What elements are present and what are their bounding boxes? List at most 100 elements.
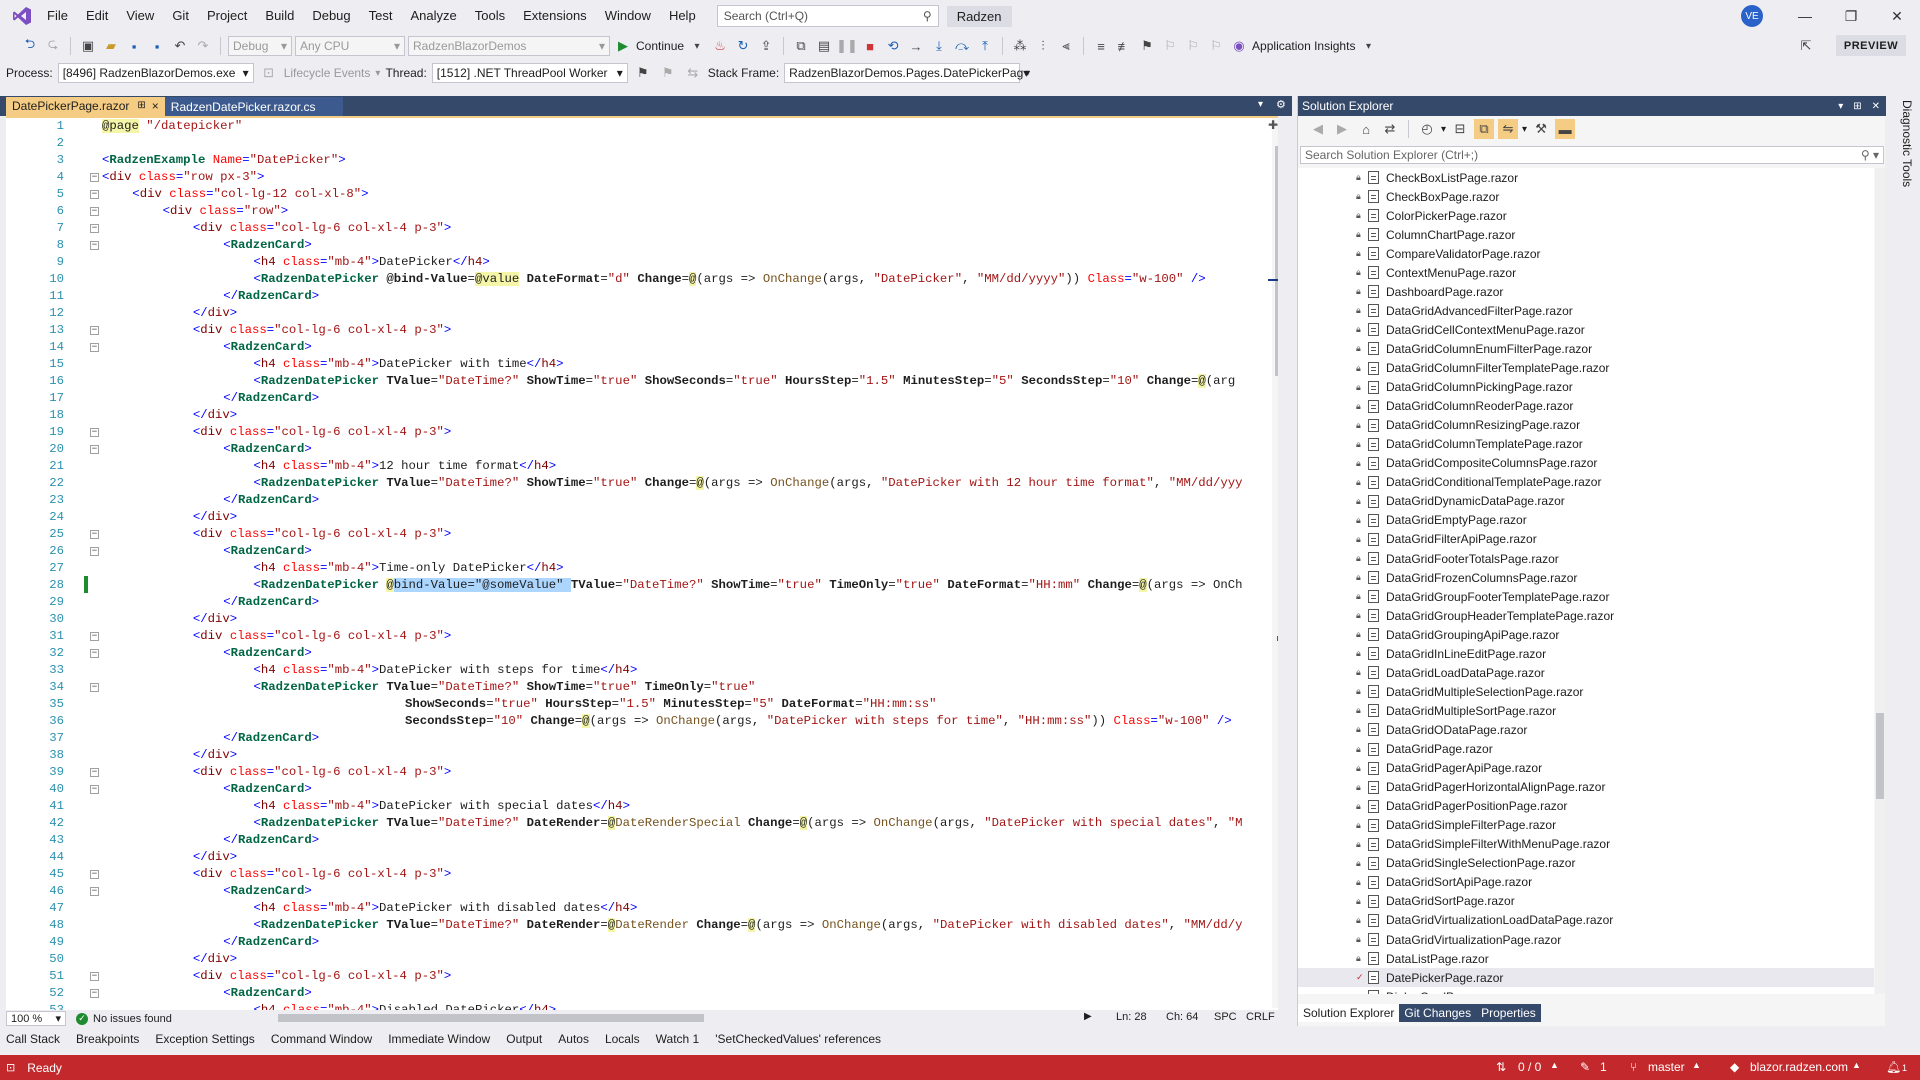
code-line[interactable]: 28 <RadzenDatePicker @bind-Value="@someVa… — [6, 577, 1271, 594]
upload-icon[interactable]: ⇪ — [756, 36, 776, 56]
solution-file-item[interactable]: 🔒︎ DataGridFrozenColumnsPage.razor — [1298, 568, 1874, 587]
lifecycle-events-button[interactable]: Lifecycle Events — [284, 66, 371, 80]
pending-edits-count[interactable]: 1 — [1600, 1060, 1607, 1074]
notifications-bell-icon[interactable]: 🔔︎ — [1886, 1060, 1901, 1074]
branch-name[interactable]: master — [1648, 1060, 1685, 1074]
solution-file-item[interactable]: 🔒︎ ColumnChartPage.razor — [1298, 225, 1874, 244]
code-line[interactable]: 44 </div> — [6, 849, 1271, 866]
column-status[interactable]: Ch: 64 — [1166, 1011, 1198, 1023]
solution-file-item[interactable]: 🔒︎ DataGridGroupFooterTemplatePage.razor — [1298, 587, 1874, 606]
solution-file-item[interactable]: 🔒︎ DataGridPagerPositionPage.razor — [1298, 797, 1874, 816]
solution-file-item[interactable]: 🔒︎ CompareValidatorPage.razor — [1298, 244, 1874, 263]
solution-file-item[interactable]: 🔒︎ DataGridSortApiPage.razor — [1298, 873, 1874, 892]
horizontal-scrollbar-thumb[interactable] — [278, 1014, 704, 1022]
diagnostics-icon[interactable]: ⫷ — [1056, 36, 1076, 56]
solution-file-item[interactable]: 🔒︎ ColorPickerPage.razor — [1298, 206, 1874, 225]
restore-button[interactable]: ❐ — [1828, 0, 1874, 32]
solution-file-item[interactable]: 🔒︎ DataGridColumnEnumFilterPage.razor — [1298, 339, 1874, 358]
tab-solution-explorer[interactable]: Solution Explorer — [1298, 1004, 1400, 1022]
code-line[interactable]: 3 <RadzenExample Name="DatePicker"> — [6, 152, 1271, 169]
clear-bookmarks-icon[interactable]: ⚐ — [1206, 36, 1226, 56]
show-threads-icon[interactable]: ⇆ — [683, 63, 703, 83]
code-line[interactable]: 42 <RadzenDatePicker TValue="DateTime?" D… — [6, 815, 1271, 832]
new-project-icon[interactable]: ▣ — [78, 36, 98, 56]
errors-count[interactable]: 0 / 0 — [1518, 1060, 1541, 1074]
issues-status[interactable]: No issues found — [93, 1013, 172, 1025]
pending-changes-icon[interactable]: ◴ — [1417, 119, 1437, 139]
tool-window-tab[interactable]: Watch 1 — [656, 1032, 700, 1046]
app-insights-icon[interactable]: ◉ — [1229, 36, 1249, 56]
solution-file-item[interactable]: 🔒︎ ContextMenuPage.razor — [1298, 263, 1874, 282]
solution-file-item[interactable]: 🔒︎ DataGridColumnTemplatePage.razor — [1298, 435, 1874, 454]
solution-explorer-search-input[interactable]: Search Solution Explorer (Ctrl+;) ⚲ ▾ — [1300, 146, 1884, 164]
tool-window-tab[interactable]: Autos — [558, 1032, 589, 1046]
menu-analyze[interactable]: Analyze — [401, 0, 465, 32]
indent-status[interactable]: SPC — [1214, 1011, 1237, 1023]
solution-file-item[interactable]: 🔒︎ DataGridODataPage.razor — [1298, 720, 1874, 739]
configuration-select[interactable]: Debug ▾ — [228, 36, 292, 56]
solution-file-item[interactable]: 🔒︎ DataGridDynamicDataPage.razor — [1298, 492, 1874, 511]
code-line[interactable]: 36 SecondsStep="10" Change=@(args => OnCh… — [6, 713, 1271, 730]
solution-file-item[interactable]: 🔒︎ DataGridInLineEditPage.razor — [1298, 644, 1874, 663]
fold-toggle-icon[interactable]: − — [90, 649, 99, 658]
code-line[interactable]: 45 − <div class="col-lg-6 col-xl-4 p-3"> — [6, 866, 1271, 883]
fold-toggle-icon[interactable]: − — [90, 683, 99, 692]
menu-project[interactable]: Project — [198, 0, 256, 32]
forward-icon[interactable]: ▶ — [1332, 119, 1352, 139]
fold-toggle-icon[interactable]: − — [90, 241, 99, 250]
continue-button[interactable]: Continue — [636, 39, 684, 53]
code-line[interactable]: 15 <h4 class="mb-4">DatePicker with time<… — [6, 356, 1271, 373]
search-input[interactable]: Search (Ctrl+Q) ⚲ — [716, 5, 939, 27]
show-all-files-icon[interactable]: ⧉ — [1474, 119, 1495, 139]
fold-toggle-icon[interactable]: − — [90, 972, 99, 981]
back-icon[interactable]: ◀ — [1308, 119, 1328, 139]
filter-threads-icon[interactable]: ⚑ — [658, 63, 678, 83]
code-line[interactable]: 37 </RadzenCard> — [6, 730, 1271, 747]
code-line[interactable]: 31 − <div class="col-lg-6 col-xl-4 p-3"> — [6, 628, 1271, 645]
chevron-down-icon[interactable]: ▾ — [1522, 124, 1527, 135]
threads-icon[interactable]: ⫶ — [1033, 36, 1053, 56]
solution-file-item[interactable]: 🔒︎ CheckBoxListPage.razor — [1298, 168, 1874, 187]
fold-toggle-icon[interactable]: − — [90, 173, 99, 182]
menu-window[interactable]: Window — [596, 0, 660, 32]
menu-edit[interactable]: Edit — [77, 0, 117, 32]
properties-wrench-icon[interactable]: ⚒ — [1531, 119, 1551, 139]
fold-toggle-icon[interactable]: − — [90, 530, 99, 539]
layout-icon[interactable]: ▤ — [814, 36, 834, 56]
code-line[interactable]: 12 </div> — [6, 305, 1271, 322]
line-number-status[interactable]: Ln: 28 — [1116, 1011, 1147, 1023]
code-line[interactable]: 2 — [6, 135, 1271, 152]
tab-radzendatepicker-razor-cs[interactable]: RadzenDatePicker.razor.cs — [164, 97, 343, 116]
solution-file-item[interactable]: 🔒︎ DataGridEmptyPage.razor — [1298, 511, 1874, 530]
minimize-button[interactable]: — — [1782, 0, 1828, 32]
close-window-button[interactable]: ✕ — [1874, 0, 1920, 32]
refresh-icon[interactable]: ↻ — [733, 36, 753, 56]
tool-window-tab[interactable]: Command Window — [271, 1032, 372, 1046]
chevron-down-icon[interactable]: ▾ — [1441, 124, 1446, 135]
tool-window-tab[interactable]: Call Stack — [6, 1032, 60, 1046]
code-line[interactable]: 6 − <div class="row"> — [6, 203, 1271, 220]
fold-toggle-icon[interactable]: − — [90, 768, 99, 777]
fold-toggle-icon[interactable]: − — [90, 547, 99, 556]
code-line[interactable]: 13 − <div class="col-lg-6 col-xl-4 p-3"> — [6, 322, 1271, 339]
code-line[interactable]: 27 <h4 class="mb-4">Time-only DatePicker<… — [6, 560, 1271, 577]
scrollbar-thumb[interactable] — [1876, 713, 1884, 799]
account-avatar[interactable]: VE — [1741, 5, 1763, 27]
code-line[interactable]: 32 − <RadzenCard> — [6, 645, 1271, 662]
line-ending-status[interactable]: CRLF — [1246, 1011, 1275, 1023]
chevron-up-icon[interactable]: ▲ — [1550, 1060, 1559, 1070]
code-line[interactable]: 8 − <RadzenCard> — [6, 237, 1271, 254]
code-line[interactable]: 5 − <div class="col-lg-12 col-xl-8"> — [6, 186, 1271, 203]
code-line[interactable]: 39 − <div class="col-lg-6 col-xl-4 p-3"> — [6, 764, 1271, 781]
browser-link-icon[interactable]: ⧉ — [791, 36, 811, 56]
code-line[interactable]: 1 @page "/datepicker" — [6, 118, 1271, 135]
menu-view[interactable]: View — [117, 0, 163, 32]
application-insights-button[interactable]: Application Insights — [1252, 39, 1355, 53]
solution-file-item[interactable]: 🔒︎ DataGridColumnFilterTemplatePage.razor — [1298, 359, 1874, 378]
code-line[interactable]: 46 − <RadzenCard> — [6, 883, 1271, 900]
collapse-all-icon[interactable]: ⊟ — [1450, 119, 1470, 139]
tab-properties[interactable]: Properties — [1476, 1004, 1541, 1022]
settings-gear-icon[interactable]: ⚙ — [1276, 98, 1286, 111]
code-line[interactable]: 34 − <RadzenDatePicker TValue="DateTime?" … — [6, 679, 1271, 696]
code-line[interactable]: 35 ShowSeconds="true" HoursStep="1.5" Min… — [6, 696, 1271, 713]
